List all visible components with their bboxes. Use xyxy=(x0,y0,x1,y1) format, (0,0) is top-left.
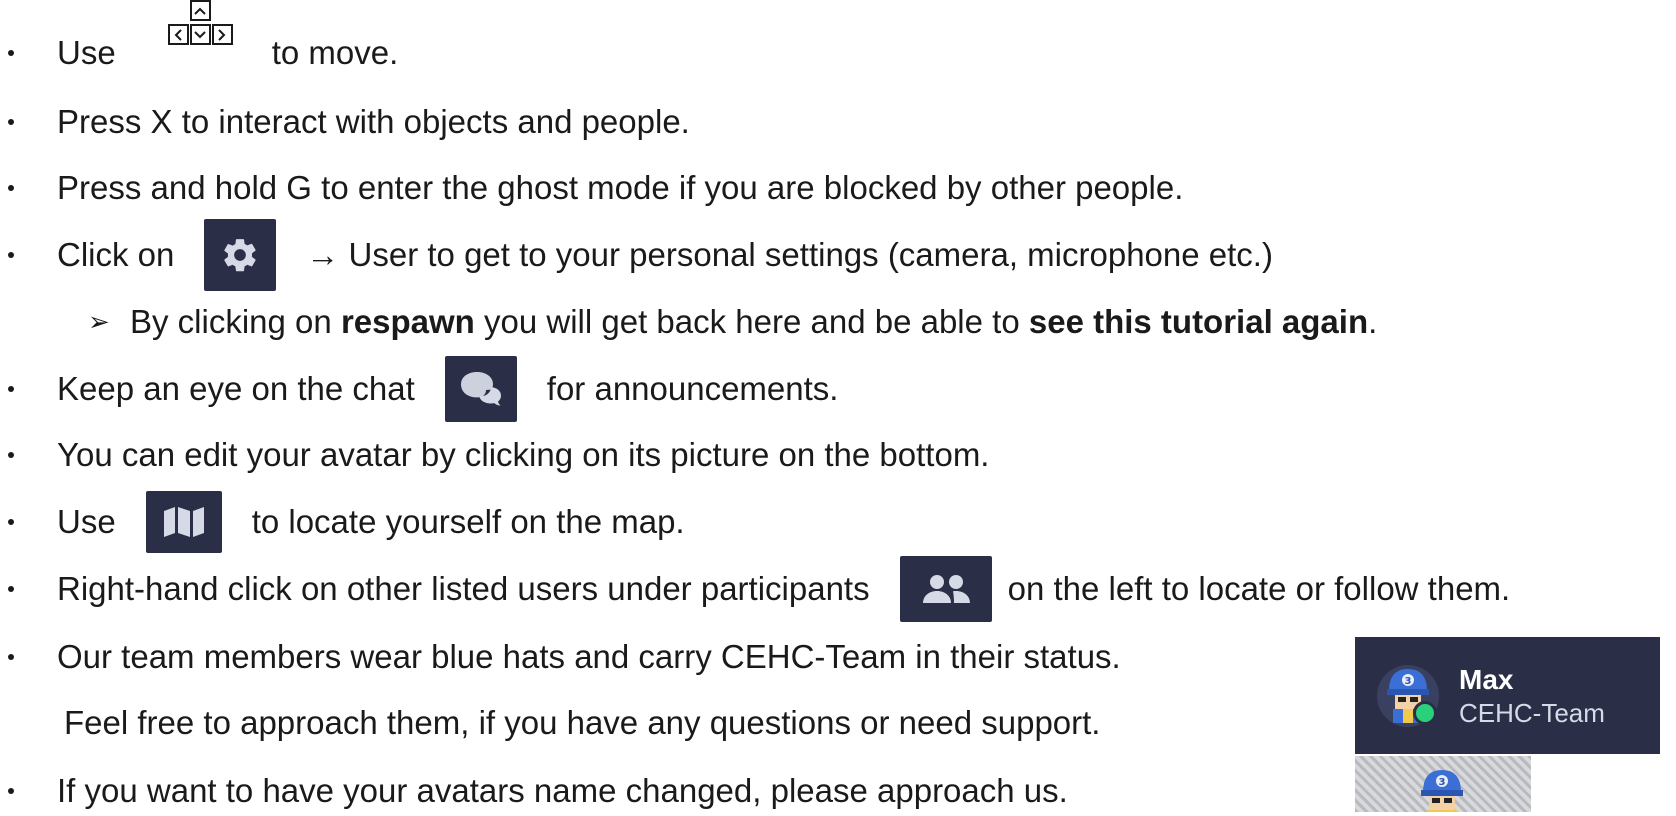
ghost-mode-text: Press and hold G to enter the ghost mode… xyxy=(57,169,1184,206)
bullet xyxy=(8,185,14,191)
name-change-text: If you want to have your avatars name ch… xyxy=(57,772,1068,809)
avatar-text: You can edit your avatar by clicking on … xyxy=(57,436,990,473)
tutorial-item-move: Use to move. xyxy=(0,0,399,78)
bullet xyxy=(8,50,14,56)
chat-bubbles-icon xyxy=(444,356,517,422)
avatar-sprite-icon: 3 xyxy=(1421,770,1463,812)
tutorial-item-team-members: Our team members wear blue hats and carr… xyxy=(0,632,1121,682)
online-status-dot xyxy=(1413,700,1437,725)
arrow-right-key-icon xyxy=(211,24,233,45)
arrow-down-key-icon xyxy=(189,24,211,45)
tutorial-item-ghost-mode: Press and hold G to enter the ghost mode… xyxy=(0,163,1183,213)
respawn-text: By clicking on respawn you will get back… xyxy=(130,303,1377,341)
avatar-sprite-preview: 3 xyxy=(1355,756,1531,812)
bullet xyxy=(8,586,14,592)
map-suffix: to locate yourself on the map. xyxy=(251,503,685,540)
tutorial-item-avatar: You can edit your avatar by clicking on … xyxy=(0,430,989,480)
arrow-keys-icon xyxy=(146,0,256,80)
tutorial-item-participants: Right-hand click on other listed users u… xyxy=(0,556,1511,622)
arrow-up-key-icon xyxy=(189,0,211,21)
tutorial-item-map: Use to locate yourself on the map. xyxy=(0,491,685,553)
bullet xyxy=(8,788,14,794)
participants-prefix: Right-hand click on other listed users u… xyxy=(57,570,870,607)
respawn-keyword: respawn xyxy=(340,303,475,340)
bullet xyxy=(8,252,14,258)
sprite-hat-number: 3 xyxy=(1439,777,1446,788)
settings-suffix: → User to get to your personal settings … xyxy=(306,236,1273,273)
bullet xyxy=(8,119,14,125)
tutorial-item-name-change: If you want to have your avatars name ch… xyxy=(0,766,1068,816)
team-members-support-text: Feel free to approach them, if you have … xyxy=(64,704,1101,741)
respawn-text-part2: you will get back here and be able to xyxy=(474,303,1029,340)
profile-name: Max xyxy=(1459,663,1514,695)
team-member-profile-card: 3 Max CEHC-Team xyxy=(1355,637,1660,754)
see-tutorial-again-keyword: see this tutorial again xyxy=(1028,303,1369,340)
tutorial-item-settings: Click on → User to get to your personal … xyxy=(0,219,1273,291)
participants-icon xyxy=(899,556,992,622)
avatar-hat-number: 3 xyxy=(1405,676,1412,687)
interact-text: Press X to interact with objects and peo… xyxy=(57,103,690,140)
tutorial-item-interact: Press X to interact with objects and peo… xyxy=(0,97,690,147)
bullet xyxy=(8,654,14,660)
participants-suffix: on the left to locate or follow them. xyxy=(1007,570,1511,607)
move-suffix: to move. xyxy=(271,34,399,71)
tutorial-item-team-members-continued: Feel free to approach them, if you have … xyxy=(0,698,1100,748)
team-members-text: Our team members wear blue hats and carr… xyxy=(57,638,1121,675)
map-prefix: Use xyxy=(57,503,116,540)
respawn-text-part1: By clicking on xyxy=(130,303,341,340)
bullet xyxy=(8,386,14,392)
settings-prefix: Click on xyxy=(57,236,175,273)
map-icon xyxy=(145,491,222,553)
tutorial-item-chat: Keep an eye on the chat for announcement… xyxy=(0,356,839,422)
profile-status: CEHC-Team xyxy=(1459,697,1605,728)
arrow-bullet: ➢ xyxy=(88,306,110,337)
move-prefix: Use xyxy=(57,34,116,71)
respawn-text-part3: . xyxy=(1368,303,1378,340)
bullet xyxy=(8,452,14,458)
chat-prefix: Keep an eye on the chat xyxy=(57,370,415,407)
chat-suffix: for announcements. xyxy=(546,370,839,407)
bullet xyxy=(8,519,14,525)
gear-icon xyxy=(204,219,277,291)
avatar: 3 xyxy=(1377,661,1439,731)
tutorial-subitem-respawn: ➢ By clicking on respawn you will get ba… xyxy=(0,297,1377,347)
arrow-left-key-icon xyxy=(167,24,189,45)
